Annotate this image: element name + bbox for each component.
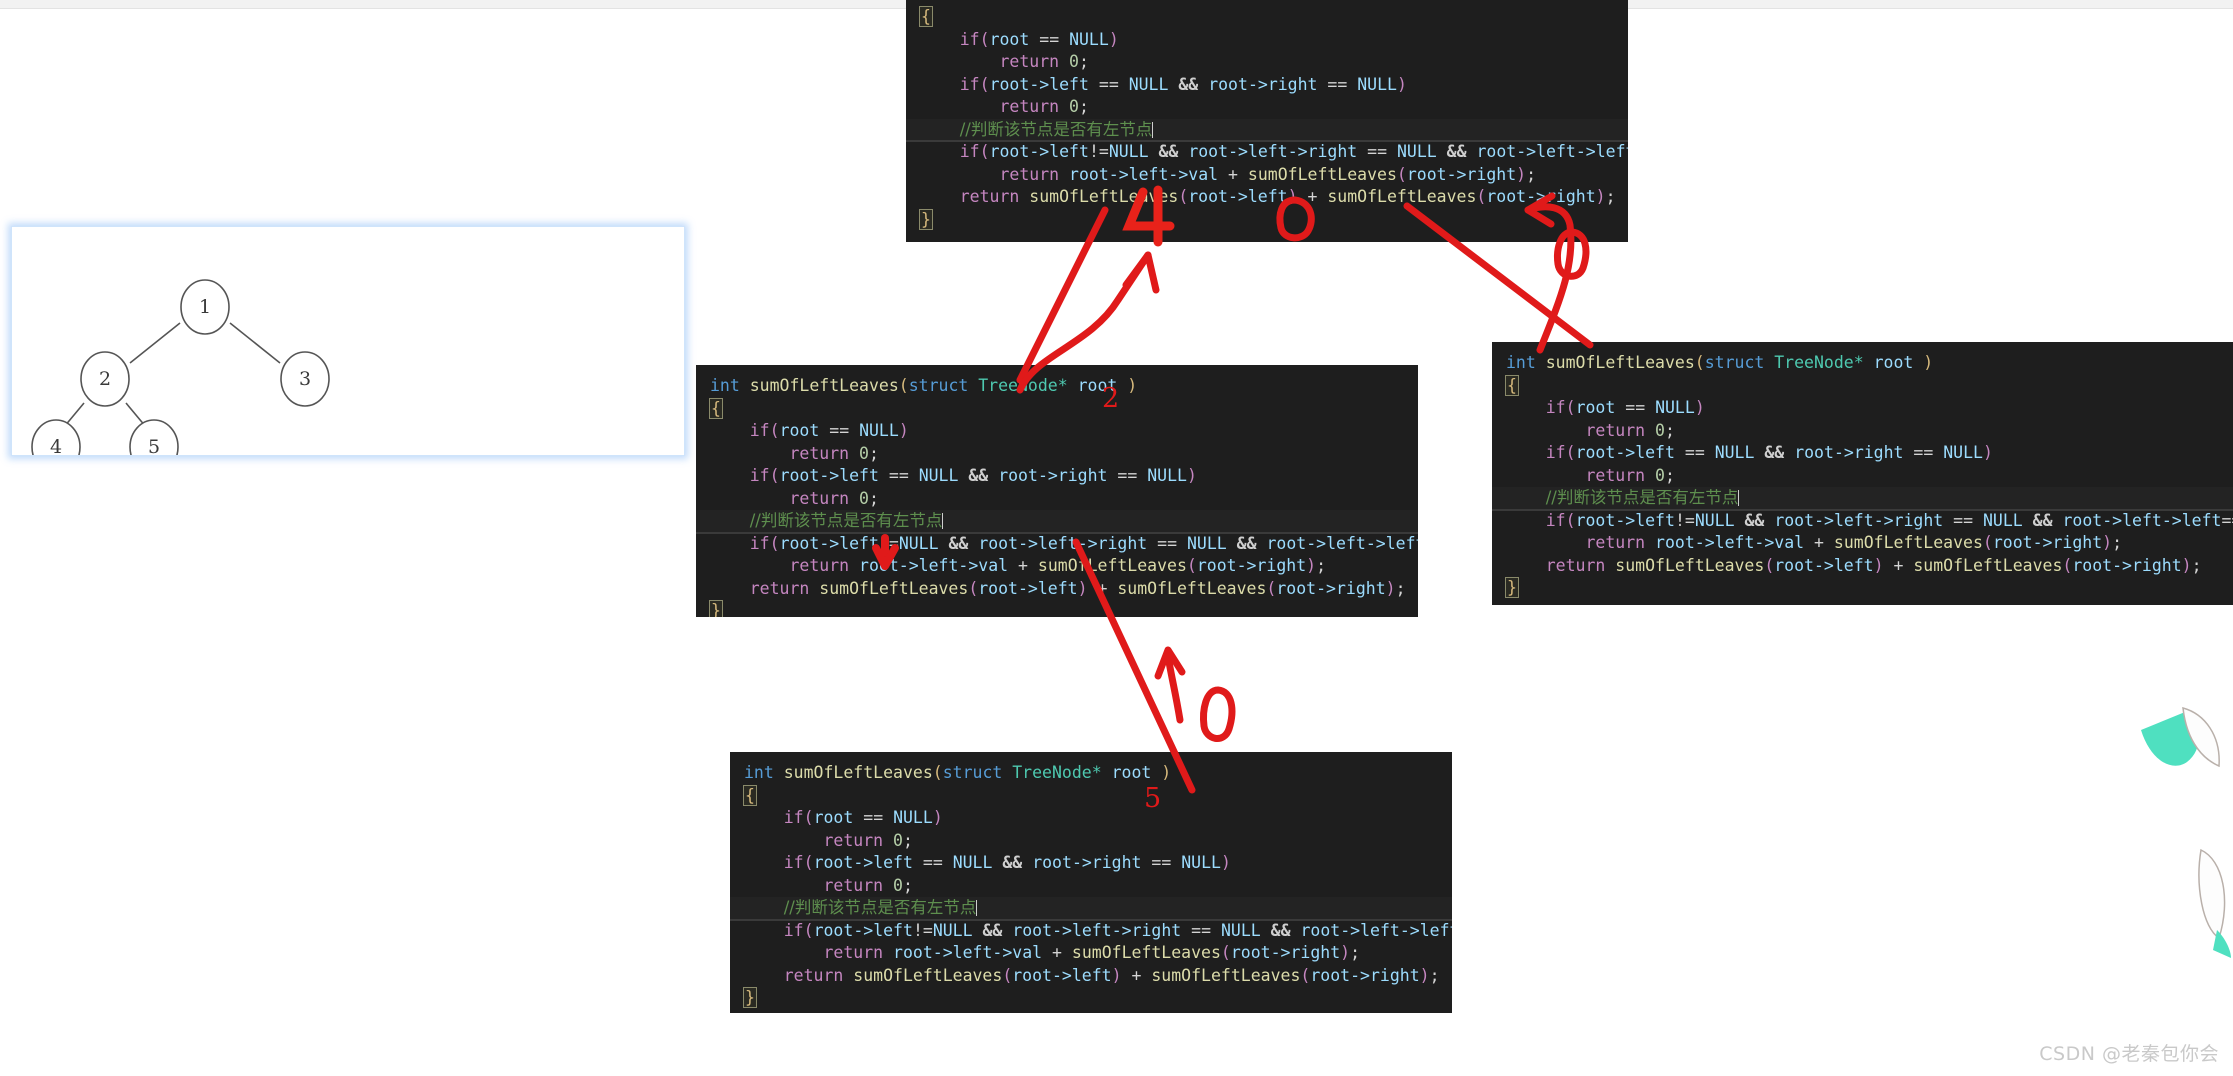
code-line: return root->left->val + sumOfLeftLeaves… [823,943,1361,962]
code-line: return 0; [789,488,879,508]
tree-node-3-label: 3 [299,368,311,390]
annotation-glyph-zero-bottom [1200,686,1236,742]
code-line: return sumOfLeftLeaves(root->left) + sum… [1545,555,2202,575]
code-line: int sumOfLeftLeaves(struct TreeNode* roo… [710,376,1138,395]
code-line: //判断该节点是否有左节点 [696,510,1418,533]
code-line: } [1505,577,1519,598]
code-line: return sumOfLeftLeaves(root->left) + sum… [749,578,1406,598]
code-line: return 0; [789,443,879,463]
code-line: //判断该节点是否有左节点 [906,118,1628,141]
annotation-arrowhead-1 [1122,251,1160,294]
annotation-label-2: 2 [1102,383,1120,414]
code-line: return 0; [1585,420,1675,440]
annotation-arrowhead-3 [1154,646,1186,680]
tree-node-5-label: 5 [148,436,160,455]
code-line: } [743,987,757,1008]
tree-node-4-label: 4 [50,436,62,455]
code-panel-right[interactable]: int sumOfLeftLeaves(struct TreeNode* roo… [1492,342,2233,605]
code-line: { [1505,374,1519,396]
code-line: if(root->left!=NULL && root->left->right… [959,142,1628,161]
code-line: if(root->left == NULL && root->right == … [749,466,1197,485]
code-line: return 0; [999,97,1089,116]
code-line: { [709,397,723,419]
code-line: //判断该节点是否有左节点 [1492,487,2233,510]
code-line: if(root->left == NULL && root->right == … [783,853,1231,872]
code-line: if(root->left!=NULL && root->left->right… [749,533,1418,553]
tree-node-2-label: 2 [99,368,111,390]
annotation-label-5: 5 [1144,783,1162,814]
code-line: if(root->left == NULL && root->right == … [959,74,1407,94]
code-line: //判断该节点是否有左节点 [730,897,1452,920]
code-line: int sumOfLeftLeaves(struct TreeNode* roo… [1506,353,1934,372]
code-line: if(root->left == NULL && root->right == … [1545,443,1993,462]
code-line: } [696,600,1418,617]
code-line: return root->left->val + sumOfLeftLeaves… [1585,533,2123,552]
leaf-shape-3 [2198,848,2226,940]
binary-tree-svg: 1 2 3 4 5 [31,279,330,455]
code-line: if(root->left!=NULL && root->left->right… [1545,510,2233,530]
code-line: return root->left->val + sumOfLeftLeaves… [789,556,1327,575]
code-line: if(root == NULL) [959,29,1119,49]
code-line: return root->left->val + sumOfLeftLeaves… [999,164,1537,184]
code-line: { [743,784,757,806]
tree-edge-1-3 [229,322,281,364]
code-line: return sumOfLeftLeaves(root->left) + sum… [959,187,1616,206]
code-line: return 0; [823,830,913,850]
code-panel-middle-left[interactable]: int sumOfLeftLeaves(struct TreeNode* roo… [696,365,1418,617]
code-line: if(root == NULL) [1545,398,1705,417]
code-line: { [919,6,933,27]
leaf-decoration-graphic [2141,706,2231,958]
code-line: return 0; [999,52,1089,71]
code-line: if(root->left!=NULL && root->left->right… [783,920,1452,940]
code-line: return 0; [1585,465,1675,485]
code-line: if(root == NULL) [749,421,909,440]
code-line: return 0; [823,875,913,895]
code-line: int sumOfLeftLeaves(struct TreeNode* roo… [744,763,1172,782]
tree-node-1-label: 1 [199,296,211,318]
code-line: if(root == NULL) [783,808,943,827]
code-line: return sumOfLeftLeaves(root->left) + sum… [783,965,1440,985]
code-panel-top[interactable]: { if(root == NULL) return 0; if(root->le… [906,0,1628,242]
code-panel-bottom[interactable]: int sumOfLeftLeaves(struct TreeNode* roo… [730,752,1452,1013]
code-line: } [919,208,933,230]
binary-tree-diagram-panel: 1 2 3 4 5 [11,226,685,456]
csdn-watermark: CSDN @老秦包你会 [2039,1043,2219,1065]
annotation-arrow-curve-3 [1164,652,1184,724]
tree-edge-1-2 [129,322,181,364]
